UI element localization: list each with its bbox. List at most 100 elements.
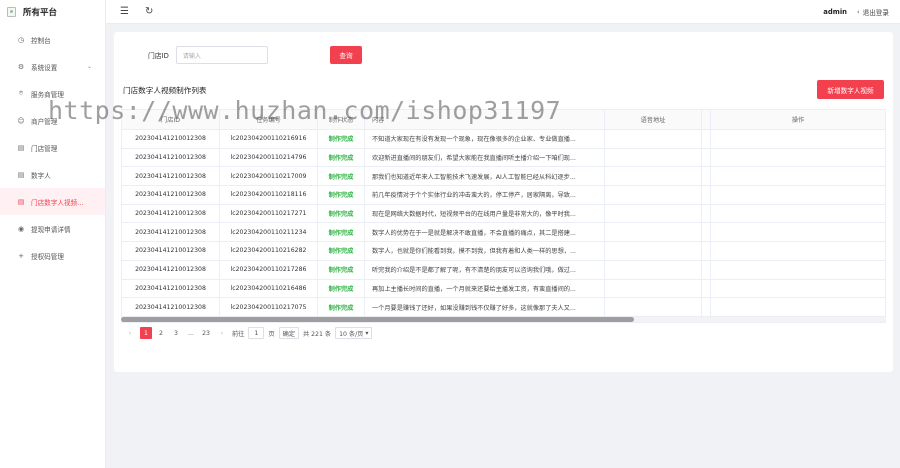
sidebar-item-label: 提现申请详情 [31, 225, 71, 234]
brand: 所有平台 [0, 0, 105, 24]
cell-blank [702, 204, 711, 223]
page-number[interactable]: 23 [200, 327, 212, 339]
cell-store-id: 202304141210012308 [122, 186, 220, 204]
cell-task-id-text: lc202304200110217075 [230, 303, 307, 311]
page-size-value: 10 条/页 [339, 330, 364, 338]
cell-store-id: 202304141210012308 [122, 260, 220, 279]
sidebar-item-icon: ◉ [17, 224, 25, 233]
cell-store-id-text: 202304141210012308 [135, 172, 206, 180]
col-header-audio-url[interactable]: 语音地址 [605, 110, 702, 129]
cell-blank [702, 242, 711, 260]
cell-audio-url [605, 260, 702, 279]
col-header-store-id[interactable]: 门店ID [122, 110, 220, 129]
sidebar-item-2[interactable]: ⌾ 服务商管理 [0, 80, 105, 107]
cell-status-text: 制作完成 [328, 211, 354, 219]
cell-content-text: 再加上主播长时间的直播，一个月就来还要给主播发工资，有蛮直播间的... [372, 285, 576, 293]
cell-task-id-text: lc202304200110216916 [230, 135, 307, 143]
sidebar-item-6[interactable]: ▤ 门店数字人视频... [0, 188, 105, 215]
sidebar-item-3[interactable]: ☺ 商户管理 [0, 107, 105, 134]
sidebar-item-label: 数字人 [31, 171, 51, 180]
sidebar-item-5[interactable]: ▤ 数字人 [0, 161, 105, 188]
cell-store-id-text: 202304141210012308 [135, 266, 206, 274]
cell-blank [702, 260, 711, 279]
store-id-input[interactable]: 请输入 [175, 46, 268, 64]
cell-store-id-text: 202304141210012308 [135, 154, 206, 162]
cell-actions [711, 167, 885, 185]
cell-actions [711, 149, 885, 167]
page-number[interactable]: 1 [140, 327, 152, 339]
cell-task-id-text: lc202304200110217286 [230, 266, 307, 274]
topbar: ☰ ↻ admin ‹ 退出登录 [106, 0, 900, 24]
cell-task-id-text: lc202304200110216486 [230, 284, 307, 292]
cell-store-id: 2023041412100123​08 [122, 130, 220, 148]
cell-status-text: 制作完成 [328, 229, 354, 237]
sidebar-item-0[interactable]: ◷ 控制台 [0, 26, 105, 53]
cell-status-text: 制作完成 [328, 173, 354, 181]
refresh-icon[interactable]: ↻ [145, 6, 153, 17]
col-header-actions: 操作 [791, 117, 805, 124]
cell-task-id: lc202304200110217009 [220, 167, 318, 186]
cell-blank [702, 223, 711, 242]
cell-store-id-text: 202304141210012308 [135, 228, 206, 236]
cell-store-id-text: 202304141210012308 [135, 247, 206, 255]
cell-task-id: lc202304200110218116 [220, 186, 318, 204]
cell-actions [711, 130, 885, 148]
chevron-left-icon: ‹ [856, 7, 860, 16]
page-size-select[interactable]: 10 条/页 ▾ [335, 327, 373, 339]
col-header-task-id[interactable]: 任务编号 [220, 110, 318, 129]
cell-task-id-text: lc202304200110211234 [230, 228, 307, 236]
cell-audio-url [605, 242, 702, 260]
goto-page-input[interactable]: 1 [248, 327, 265, 339]
menu-toggle-icon[interactable]: ☰ [120, 6, 129, 17]
page-number[interactable]: 2 [155, 327, 167, 339]
scrollbar-thumb[interactable] [121, 317, 634, 322]
cell-actions [711, 298, 885, 316]
cell-content-text: 不知道大家现在有没有发现一个现象，现在像很多的企业家、专业做直播... [372, 136, 576, 144]
brand-logo-icon [7, 7, 16, 17]
sidebar-item-label: 门店管理 [31, 144, 58, 153]
cell-actions [711, 280, 885, 298]
table-row: 202304141210012308 lc202304200110211234 制作… [122, 223, 885, 243]
pagination: ‹ 1 2 3... 23 › 前往 1 页 确定 共 221 条 10 条/页 ▾ [124, 327, 373, 339]
cell-status: 制作完成 [318, 242, 365, 260]
cell-actions [711, 186, 885, 204]
add-video-button[interactable]: 新增数字人视频 [817, 80, 884, 99]
cell-actions [711, 205, 885, 223]
cell-status: 制作完成 [318, 204, 365, 223]
cell-content-text: 现在是网络大数据时代，短视频平台的在线用户量是非常大的，像平时我... [372, 211, 576, 219]
store-id-label: 门店ID [148, 52, 169, 60]
logout-label: 退出登录 [862, 8, 889, 17]
table-row: 202304141210012308 lc202304200110217286 制作… [122, 260, 885, 280]
query-button[interactable]: 查询 [330, 46, 362, 64]
page-number[interactable]: 3 [170, 327, 182, 339]
table-row: 202304141210012308 lc202304200110217009 制作… [122, 167, 885, 187]
table-row: 202304141210012308 lc202304200110218116 制作… [122, 186, 885, 205]
cell-actions [711, 242, 885, 260]
col-header-content[interactable]: 内容 [365, 110, 605, 129]
sidebar-item-7[interactable]: ◉ 提现申请详情 [0, 215, 105, 242]
goto-confirm-button[interactable]: 确定 [278, 327, 299, 339]
sidebar-item-8[interactable]: + 授权码管理 [0, 242, 105, 269]
logout-button[interactable]: ‹ 退出登录 [857, 7, 889, 17]
cell-status-text: 制作完成 [328, 248, 354, 256]
cell-content-text: 欢迎新进直播间的朋友们，希望大家能在我直播间听主播介绍一下咱们现... [372, 155, 576, 163]
sidebar-item-label: 授权码管理 [31, 252, 64, 261]
cell-status: 制作完成 [318, 130, 365, 148]
cell-status-text: 制作完成 [328, 304, 354, 312]
cell-blank [702, 298, 711, 316]
cell-content-text: 一个月要是赚钱了还好，如果没赚到钱不仅赚了好多，这就像那了夫人又... [372, 304, 576, 312]
horizontal-scrollbar[interactable] [121, 317, 886, 322]
cell-blank [702, 167, 711, 186]
chevron-down-icon: ⌄ [86, 63, 92, 70]
cell-status: 制作完成 [318, 148, 365, 167]
cell-store-id: 202304141210012308 [122, 148, 220, 167]
sidebar-item-1[interactable]: ⚙ 系统设置 ⌄ [0, 53, 105, 80]
cell-task-id: lc202304200110216282 [220, 242, 318, 260]
col-header-status[interactable]: 制作状态 [318, 110, 365, 129]
next-page-icon[interactable]: › [216, 327, 228, 339]
table-row: 202304141210012308 lc202304200110216486 制作… [122, 279, 885, 299]
sidebar-item-icon: ▤ [17, 143, 25, 152]
sidebar-item-4[interactable]: ▤ 门店管理 [0, 134, 105, 161]
prev-page-icon[interactable]: ‹ [124, 327, 136, 339]
cell-store-id-text: 202304141210012308 [135, 284, 206, 292]
